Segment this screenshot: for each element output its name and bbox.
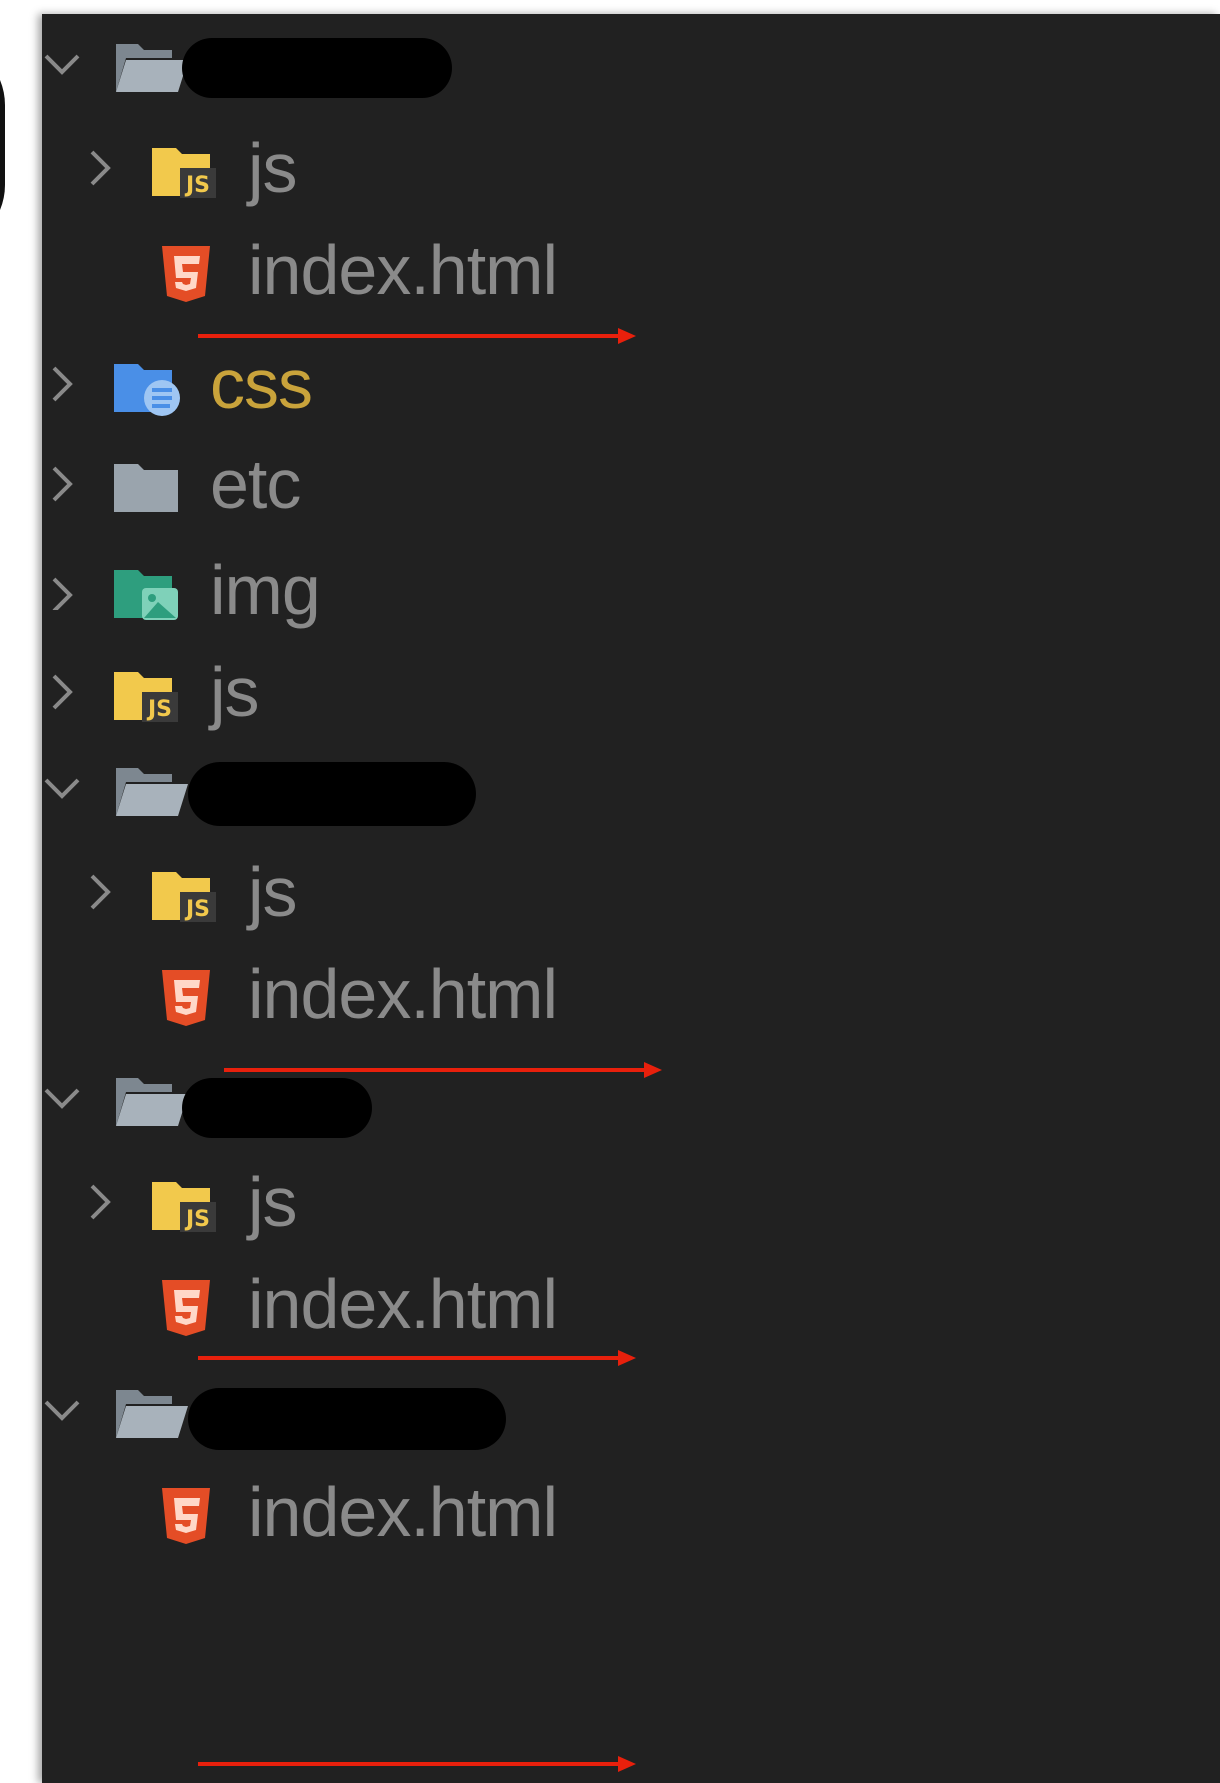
tree-row-js-2[interactable]: JS js — [42, 842, 1042, 942]
edge-circle-mark — [0, 40, 5, 250]
tree-item-label: etc — [210, 445, 301, 523]
folder-open-icon — [112, 1384, 192, 1444]
tree-row-css[interactable]: css — [42, 334, 1042, 434]
red-arrow-annotation — [198, 1754, 638, 1774]
tree-item-label: index.html — [248, 955, 558, 1033]
folder-open-icon — [112, 762, 192, 822]
folder-open-icon — [112, 1072, 192, 1132]
js-folder-icon: JS — [112, 666, 192, 726]
file-explorer-panel: JS js index.html css etc img JS js JS js… — [42, 14, 1220, 1783]
tree-item-label: img — [210, 551, 321, 629]
folder-icon — [112, 458, 192, 518]
svg-text:JS: JS — [146, 697, 172, 722]
tree-row-js-1[interactable]: JS js — [42, 118, 1042, 218]
chevron-right-icon[interactable] — [42, 364, 82, 404]
js-folder-icon: JS — [150, 866, 230, 926]
tree-item-label: index.html — [248, 1265, 558, 1343]
tree-row-js-3[interactable]: JS js — [42, 1152, 1042, 1252]
html5-file-icon — [150, 968, 230, 1028]
chevron-right-icon[interactable] — [42, 464, 82, 504]
chevron-right-icon[interactable] — [80, 872, 120, 912]
tree-item-label: js — [248, 853, 298, 931]
tree-item-label: js — [210, 653, 260, 731]
tree-item-label: index.html — [248, 1473, 558, 1551]
chevron-right-icon[interactable] — [42, 672, 82, 712]
html5-file-icon — [150, 244, 230, 304]
chevron-right-icon[interactable] — [80, 1182, 120, 1222]
js-folder-icon: JS — [150, 1176, 230, 1236]
chevron-right-icon[interactable] — [42, 570, 82, 610]
folder-open-icon — [112, 38, 192, 98]
tree-item-label: index.html — [248, 231, 558, 309]
tree-row-folder-1[interactable] — [42, 14, 1042, 114]
tree-row-html-4[interactable]: index.html — [42, 1462, 1042, 1562]
tree-row-folder-4[interactable] — [42, 1360, 1042, 1460]
redacted-folder-name — [188, 762, 476, 826]
tree-row-html-3[interactable]: index.html — [42, 1254, 1042, 1354]
chevron-right-icon[interactable] — [80, 148, 120, 188]
tree-row-etc[interactable]: etc — [42, 434, 1042, 534]
red-arrow-annotation — [198, 1348, 638, 1368]
html5-file-icon — [150, 1486, 230, 1546]
redacted-folder-name — [188, 1388, 506, 1450]
chevron-down-icon[interactable] — [42, 44, 82, 84]
tree-item-label: css — [210, 345, 313, 423]
tree-row-js-root[interactable]: JS js — [42, 642, 1042, 742]
svg-text:JS: JS — [184, 897, 210, 922]
redacted-folder-name — [182, 1078, 372, 1138]
red-arrow-annotation — [198, 326, 638, 346]
chevron-down-icon[interactable] — [42, 1078, 82, 1118]
tree-row-html-1[interactable]: index.html — [42, 220, 1042, 320]
js-folder-icon: JS — [150, 142, 230, 202]
redacted-folder-name — [182, 38, 452, 98]
svg-text:JS: JS — [184, 1207, 210, 1232]
tree-item-label: js — [248, 1163, 298, 1241]
red-arrow-annotation — [224, 1060, 664, 1080]
tree-row-img[interactable]: img — [42, 540, 1042, 640]
image-folder-icon — [112, 564, 192, 624]
html5-file-icon — [150, 1278, 230, 1338]
tree-row-folder-2[interactable] — [42, 738, 1042, 838]
tree-row-html-2[interactable]: index.html — [42, 944, 1042, 1044]
css-folder-icon — [112, 358, 192, 418]
chevron-down-icon[interactable] — [42, 768, 82, 808]
svg-text:JS: JS — [184, 173, 210, 198]
chevron-down-icon[interactable] — [42, 1390, 82, 1430]
tree-item-label: js — [248, 129, 298, 207]
